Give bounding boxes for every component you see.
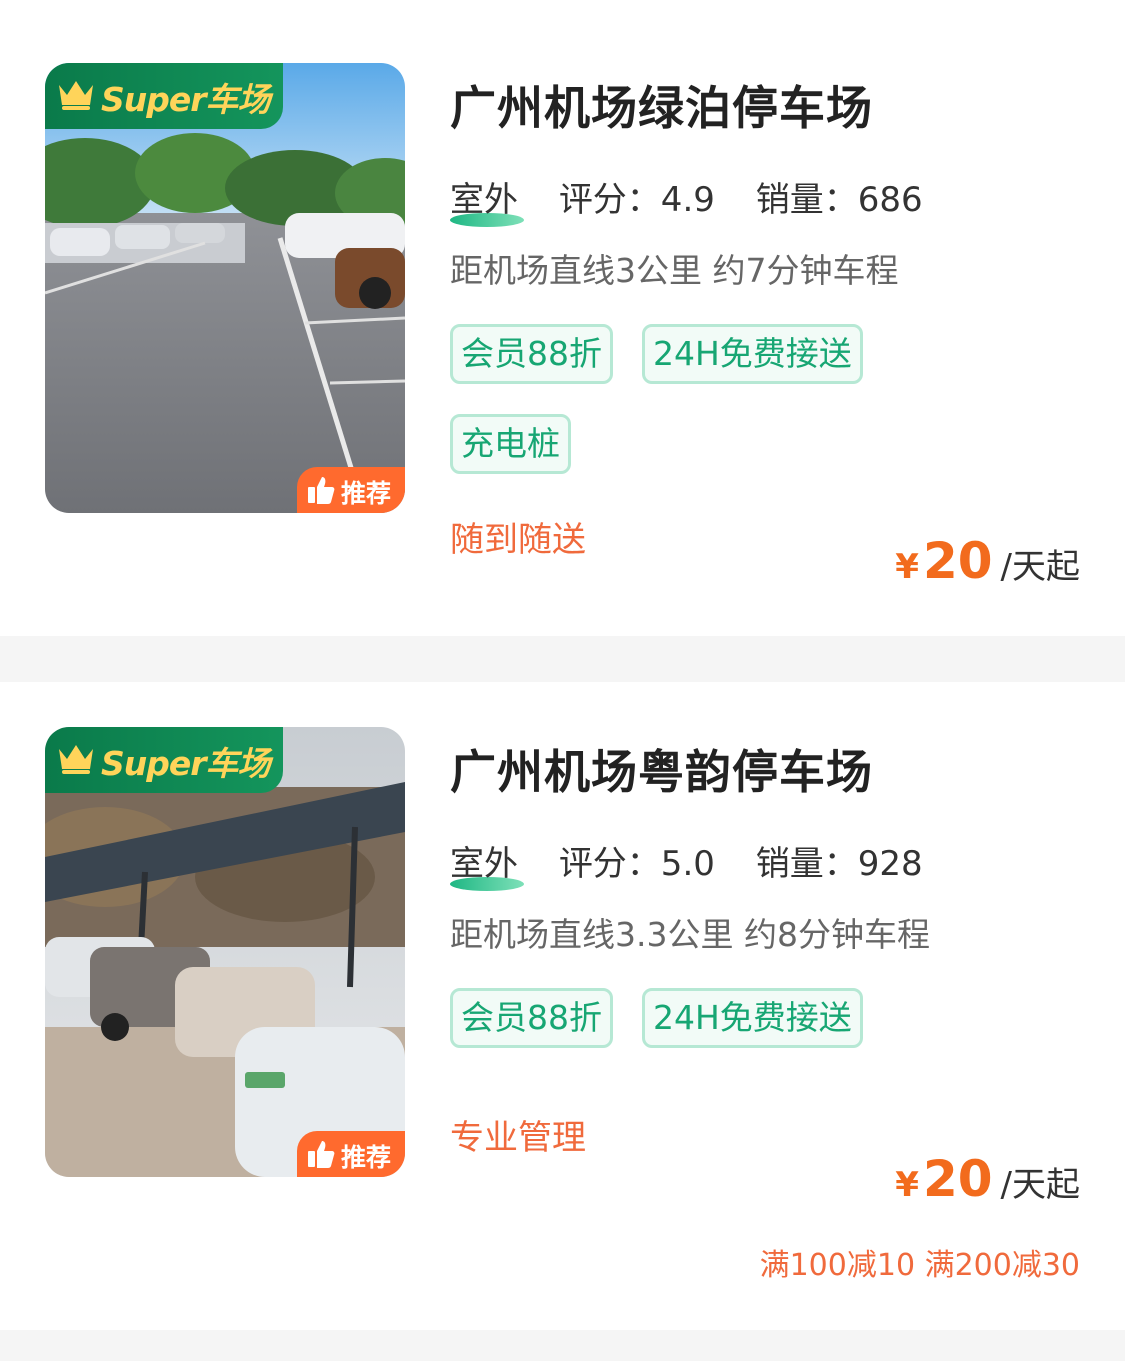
promo-discount: 满100减10 满200减30 [759,1248,1080,1283]
crown-icon [59,745,93,774]
price-currency: ¥ [895,1165,919,1205]
parking-lot-name[interactable]: 广州机场粤韵停车场 [450,736,873,802]
parking-lot-photo[interactable]: Super车场 推荐 [45,63,405,513]
tag-member-discount: 会员88折 [450,324,613,384]
price-unit: /天起 [1000,1165,1080,1205]
recommend-badge: 推荐 [297,1131,405,1177]
super-parking-badge: Super车场 [45,63,283,129]
tag-charging: 充电桩 [450,414,571,474]
service-note: 专业管理 [450,1118,586,1158]
parking-listing-card[interactable]: Super车场 推荐 广州机场绿泊停车场 室外 评分：4.9 销量：686 距机… [0,0,1125,636]
price-currency: ¥ [895,547,919,587]
super-badge-label: Super车场 [101,744,271,783]
parking-lot-image [45,63,405,513]
location-type: 室外 [450,836,524,891]
recommend-label: 推荐 [341,479,392,508]
super-parking-badge: Super车场 [45,727,283,793]
parking-lot-name[interactable]: 广州机场绿泊停车场 [450,72,873,138]
recommend-badge: 推荐 [297,467,405,513]
service-note: 随到随送 [450,520,586,560]
location-type: 室外 [450,172,524,227]
thumbs-up-icon [308,477,335,504]
parking-listing-card[interactable]: Super车场 推荐 广州机场粤韵停车场 室外 评分：5.0 销量：928 距机… [0,682,1125,1330]
distance-info: 距机场直线3.3公里 约8分钟车程 [450,915,930,954]
distance-info: 距机场直线3公里 约7分钟车程 [450,251,899,290]
price-amount: 20 [922,532,993,590]
rating: 评分：4.9 [558,180,715,220]
super-badge-label: Super车场 [101,80,271,119]
price: ¥20/天起 [895,532,1080,590]
listing-meta: 室外 评分：5.0 销量：928 [450,836,923,891]
tag-shuttle: 24H免费接送 [642,324,863,384]
price: ¥20/天起 [895,1150,1080,1208]
recommend-label: 推荐 [341,1143,392,1172]
tag-shuttle: 24H免费接送 [642,988,863,1048]
sales-count: 销量：928 [755,844,923,884]
parking-lot-image [45,727,405,1177]
tag-member-discount: 会员88折 [450,988,613,1048]
rating: 评分：5.0 [558,844,715,884]
price-amount: 20 [922,1150,993,1208]
sales-count: 销量：686 [755,180,923,220]
crown-icon [59,81,93,110]
thumbs-up-icon [308,1141,335,1168]
listing-meta: 室外 评分：4.9 销量：686 [450,172,923,227]
price-unit: /天起 [1000,547,1080,587]
parking-lot-photo[interactable]: Super车场 推荐 [45,727,405,1177]
